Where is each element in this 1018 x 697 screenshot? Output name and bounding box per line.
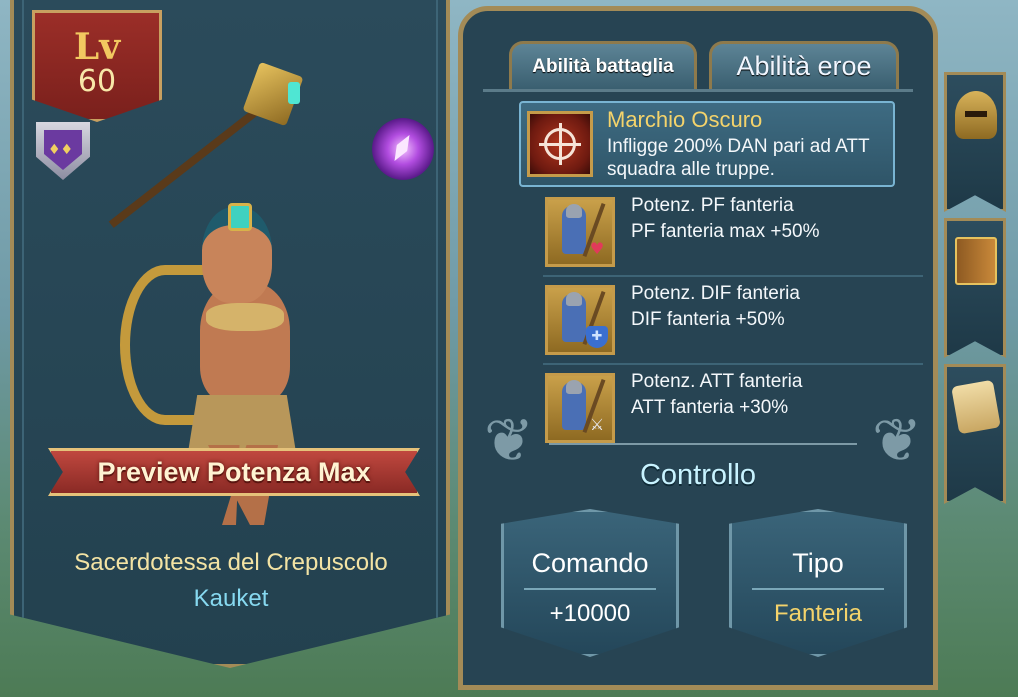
- side-tab-gear[interactable]: [944, 72, 1006, 212]
- command-label: Comando: [531, 548, 649, 578]
- skill-row: ♥ Potenz. PF fanteria PF fanteria max +5…: [543, 189, 923, 277]
- tab-divider: [483, 89, 913, 92]
- soldier-icon: [562, 204, 586, 254]
- command-value: +10000: [549, 600, 631, 627]
- infantry-def-icon[interactable]: ✚: [545, 285, 615, 355]
- main-skill-card[interactable]: Marchio Oscuro Infligge 200% DAN pari ad…: [519, 101, 895, 187]
- side-tab-book[interactable]: [944, 218, 1006, 358]
- tab-hero-skills[interactable]: Abilità eroe: [709, 41, 899, 89]
- skill-row: ✚ Potenz. DIF fanteria DIF fanteria +50%: [543, 277, 923, 365]
- crosshair-glyph: [539, 123, 581, 165]
- crosshair-icon: [527, 111, 593, 177]
- book-icon: [955, 237, 997, 285]
- ornament-line: [549, 443, 857, 445]
- level-banner: Lv 60: [32, 10, 162, 122]
- staff-gem: [288, 82, 300, 104]
- level-value: 60: [77, 64, 117, 99]
- stat-divider: [752, 588, 884, 590]
- purple-orb-icon[interactable]: [372, 118, 434, 180]
- soldier-icon: [562, 292, 586, 342]
- helmet-icon: [955, 91, 997, 139]
- level-label: Lv: [73, 26, 121, 68]
- command-stat: Comando +10000: [501, 509, 679, 657]
- skill-name: Potenz. DIF fanteria: [631, 283, 800, 304]
- skills-panel: Abilità battaglia Abilità eroe Marchio O…: [458, 6, 938, 690]
- infantry-hp-icon[interactable]: ♥: [545, 197, 615, 267]
- preview-max-power-label: Preview Potenza Max: [97, 456, 371, 487]
- headdress-gem: [228, 203, 252, 231]
- hero-armor: [206, 303, 284, 331]
- hero-name: Kauket: [193, 585, 269, 612]
- type-value: Fanteria: [773, 600, 863, 627]
- skill-effect: DIF fanteria +50%: [631, 309, 785, 330]
- heart-icon: ♥: [589, 239, 605, 258]
- control-title: Controllo: [639, 459, 757, 491]
- rank-emblem: [44, 130, 82, 170]
- stat-divider: [524, 588, 656, 590]
- main-skill-description: Infligge 200% DAN pari ad ATT squadra al…: [607, 136, 870, 180]
- tab-battle-skills-label: Abilità battaglia: [532, 55, 674, 77]
- side-tab-scroll[interactable]: [944, 364, 1006, 504]
- preview-max-power-button[interactable]: Preview Potenza Max: [48, 448, 420, 496]
- main-skill-name: Marchio Oscuro: [607, 107, 763, 132]
- skill-name: Potenz. PF fanteria: [631, 195, 794, 216]
- tab-battle-skills[interactable]: Abilità battaglia: [509, 41, 697, 89]
- scroll-icon: [951, 379, 1001, 435]
- type-label: Tipo: [792, 548, 844, 578]
- type-stat: Tipo Fanteria: [729, 509, 907, 657]
- skill-name: Potenz. ATT fanteria: [631, 371, 803, 392]
- tab-hero-skills-label: Abilità eroe: [736, 51, 872, 81]
- hero-title: Sacerdotessa del Crepuscolo: [74, 549, 388, 576]
- shield-icon: ✚: [586, 326, 608, 348]
- skill-effect: PF fanteria max +50%: [631, 221, 820, 242]
